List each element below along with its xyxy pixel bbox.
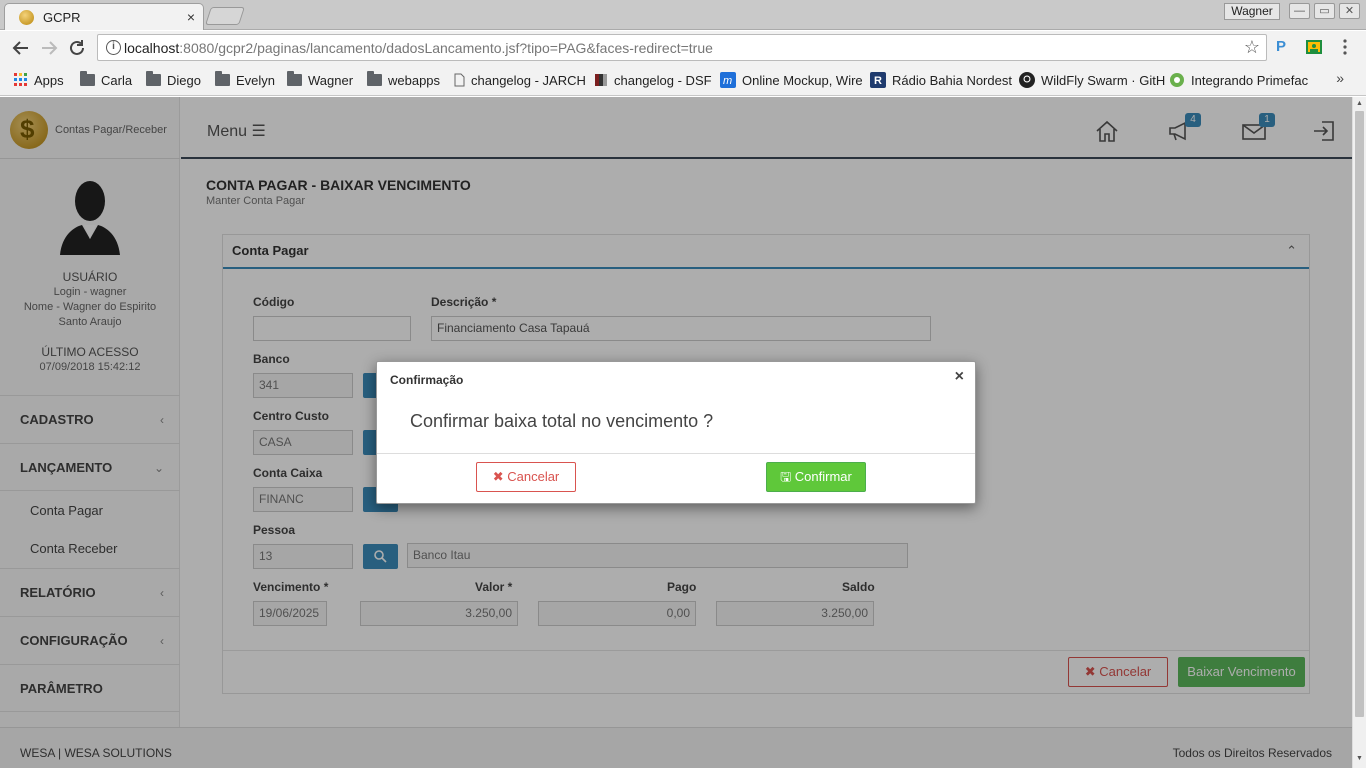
browser-menu-icon[interactable] <box>1336 38 1354 56</box>
bookmark-label: Online Mockup, Wire <box>742 72 863 88</box>
site-info-icon[interactable]: i <box>106 40 121 55</box>
bookmark-folder-carla[interactable]: Carla <box>80 71 132 89</box>
bookmark-label: changelog - JARCH <box>471 72 586 88</box>
bookmark-mockup[interactable]: m Online Mockup, Wire <box>720 71 863 89</box>
bookmarks-overflow-button[interactable]: » <box>1336 70 1344 86</box>
forward-arrow-icon[interactable] <box>38 37 60 59</box>
tab-title: GCPR <box>43 10 81 25</box>
maximize-button[interactable]: ▭ <box>1314 3 1335 19</box>
bookmark-label: Wagner <box>308 72 354 88</box>
page-scrollbar[interactable]: ▲ ▼ <box>1352 97 1366 768</box>
svg-text:R: R <box>874 75 882 87</box>
bookmark-label: Diego <box>167 72 201 88</box>
dialog-cancel-button[interactable]: ✖ Cancelar <box>476 462 576 492</box>
folder-icon <box>80 71 95 86</box>
bookmark-label: Apps <box>34 72 64 88</box>
github-icon <box>1019 72 1035 88</box>
bookmark-radio-bahia[interactable]: R Rádio Bahia Nordest <box>870 71 1012 89</box>
bookmark-label: WildFly Swarm · GitH <box>1041 72 1166 88</box>
bookmark-primefaces[interactable]: Integrando Primefac <box>1169 71 1308 89</box>
new-tab-button[interactable] <box>205 7 245 25</box>
reload-icon[interactable] <box>66 37 88 59</box>
moqups-icon: m <box>720 72 736 88</box>
page-icon <box>454 73 465 87</box>
close-window-button[interactable]: ✕ <box>1339 3 1360 19</box>
bookmark-star-icon[interactable]: ☆ <box>1244 37 1260 58</box>
address-bar[interactable]: i localhost:8080/gcpr2/paginas/lancament… <box>97 34 1267 61</box>
dialog-confirm-button[interactable]: 🖫 Confirmar <box>766 462 866 492</box>
bookmarks-bar: Apps Carla Diego Evelyn Wagner webapps c… <box>0 64 1366 96</box>
back-arrow-icon[interactable] <box>10 37 32 59</box>
bookmark-changelog-jarch[interactable]: changelog - JARCH <box>454 71 586 89</box>
dsf-icon <box>595 74 607 86</box>
apps-grid-icon <box>14 73 27 86</box>
primefaces-icon <box>1170 73 1184 87</box>
folder-icon <box>215 71 230 86</box>
profile-button[interactable]: Wagner <box>1224 3 1280 20</box>
folder-icon <box>287 71 302 86</box>
bookmark-apps[interactable]: Apps <box>14 71 64 89</box>
bookmark-label: Carla <box>101 72 133 88</box>
close-icon[interactable]: × <box>955 368 964 386</box>
address-bar-url[interactable]: localhost:8080/gcpr2/paginas/lancamento/… <box>124 40 713 56</box>
bookmark-label: Integrando Primefac <box>1191 72 1309 88</box>
radio-r-icon: R <box>870 72 886 88</box>
bookmark-folder-evelyn[interactable]: Evelyn <box>215 71 275 89</box>
bookmark-label: Rádio Bahia Nordest <box>892 72 1012 88</box>
bookmark-label: changelog - DSF <box>614 72 712 88</box>
bookmark-label: Evelyn <box>236 72 276 88</box>
scroll-down-arrow-icon[interactable]: ▼ <box>1356 755 1363 762</box>
url-host: localhost <box>124 40 180 56</box>
dialog-title: Confirmação <box>390 373 464 387</box>
folder-icon <box>146 71 161 86</box>
bookmark-label: webapps <box>388 72 441 88</box>
favicon-icon <box>19 10 34 25</box>
browser-tab-strip: GCPR × Wagner — ▭ ✕ <box>0 0 1366 30</box>
url-path: :8080/gcpr2/paginas/lancamento/dadosLanc… <box>179 40 713 56</box>
confirmation-dialog: Confirmação × Confirmar baixa total no v… <box>376 361 976 504</box>
minimize-button[interactable]: — <box>1289 3 1310 19</box>
bookmark-folder-diego[interactable]: Diego <box>146 71 201 89</box>
scroll-up-arrow-icon[interactable]: ▲ <box>1356 100 1363 107</box>
browser-tab[interactable]: GCPR × <box>4 3 204 30</box>
bookmark-wildfly[interactable]: WildFly Swarm · GitH <box>1019 71 1165 89</box>
scrollbar-thumb[interactable] <box>1355 111 1364 717</box>
tab-close-icon[interactable]: × <box>187 9 195 25</box>
browser-toolbar: i localhost:8080/gcpr2/paginas/lancament… <box>0 31 1366 64</box>
bookmark-folder-webapps[interactable]: webapps <box>367 71 440 89</box>
svg-text:m: m <box>723 75 732 87</box>
bookmark-folder-wagner[interactable]: Wagner <box>287 71 353 89</box>
folder-icon <box>367 71 382 86</box>
extension-p-icon[interactable]: P <box>1276 38 1294 56</box>
bookmark-changelog-dsf[interactable]: changelog - DSF <box>594 71 712 89</box>
dialog-divider <box>377 453 975 454</box>
dialog-message: Confirmar baixa total no vencimento ? <box>410 411 714 431</box>
extension-classroom-icon[interactable] <box>1305 38 1323 56</box>
